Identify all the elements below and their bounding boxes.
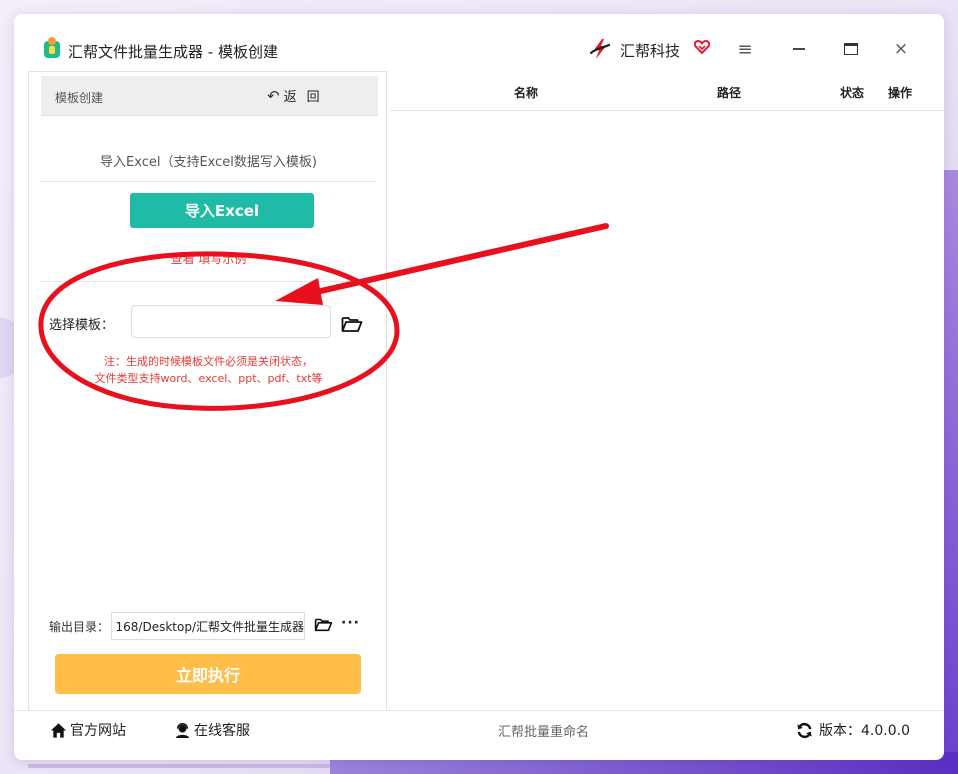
close-icon: ×: [893, 39, 909, 59]
minimize-icon: [793, 48, 805, 50]
home-icon: [50, 722, 67, 738]
folder-open-icon[interactable]: [341, 315, 363, 333]
customer-service-icon: [175, 722, 190, 738]
title-bar: 汇帮文件批量生成器 - 模板创建 汇帮科技 ≡ ×: [14, 14, 944, 74]
import-hint: 导入Excel（支持Excel数据写入模板): [100, 155, 317, 170]
official-website-label: 官方网站: [70, 723, 126, 739]
import-excel-button[interactable]: 导入Excel: [130, 193, 314, 228]
divider: [39, 181, 377, 182]
more-options-icon[interactable]: ···: [341, 615, 360, 631]
column-header-name: 名称: [514, 86, 539, 100]
maximize-icon: [844, 43, 858, 55]
file-table-header: 名称 路径 状态 操作: [390, 71, 944, 111]
back-button[interactable]: ↶ 返回: [267, 86, 330, 106]
panel-header: 模板创建 ↶ 返回: [41, 76, 378, 116]
background-accent-bottom-left: [28, 764, 330, 768]
panel-header-title: 模板创建: [55, 91, 104, 105]
run-now-button[interactable]: 立即执行: [55, 654, 361, 694]
back-label: 返回: [283, 90, 330, 105]
output-dir-label: 输出目录：: [49, 620, 110, 634]
footer-divider: [14, 710, 944, 711]
online-support-label: 在线客服: [194, 723, 250, 739]
template-note-line: 注：生成的时候模板文件必须是关闭状态，: [104, 355, 313, 368]
hamburger-icon: ≡: [737, 38, 753, 60]
app-window: 汇帮文件批量生成器 - 模板创建 汇帮科技 ≡ × 模板创建 ↶ 返回 导入Ex…: [14, 14, 944, 760]
version-info[interactable]: 版本：4.0.0.0: [796, 720, 910, 740]
minimize-button[interactable]: [784, 36, 814, 62]
output-dir-field[interactable]: 168/Desktop/汇帮文件批量生成器: [111, 612, 305, 640]
brand-name: 汇帮科技: [620, 42, 681, 60]
close-button[interactable]: ×: [886, 36, 916, 62]
divider: [39, 281, 377, 282]
maximize-button[interactable]: [836, 36, 866, 62]
app-logo-icon: [44, 37, 60, 58]
menu-button[interactable]: ≡: [730, 36, 760, 62]
folder-open-icon[interactable]: [314, 617, 333, 632]
brand-logo-icon: [589, 39, 611, 59]
back-arrow-icon: ↶: [267, 86, 280, 105]
view-example-link[interactable]: 查看 填写示例: [29, 250, 388, 267]
template-note-line: 文件类型支持word、excel、ppt、pdf、txt等: [94, 372, 323, 385]
footer-product-link[interactable]: 汇帮批量重命名: [498, 721, 589, 740]
column-header-status: 状态: [840, 86, 865, 100]
refresh-icon: [797, 722, 812, 738]
official-website-link[interactable]: 官方网站: [50, 720, 126, 740]
column-header-path: 路径: [717, 86, 742, 100]
left-panel: 模板创建 ↶ 返回 导入Excel（支持Excel数据写入模板) 导入Excel…: [28, 71, 387, 711]
column-header-action: 操作: [888, 86, 913, 100]
online-support-link[interactable]: 在线客服: [174, 720, 250, 740]
app-title: 汇帮文件批量生成器 - 模板创建: [68, 43, 278, 61]
template-note: 注：生成的时候模板文件必须是关闭状态， 文件类型支持word、excel、ppt…: [29, 353, 388, 387]
version-label: 版本：4.0.0.0: [819, 723, 910, 739]
heart-icon[interactable]: [694, 39, 710, 55]
template-input[interactable]: [131, 305, 331, 338]
select-template-label: 选择模板：: [49, 318, 115, 333]
